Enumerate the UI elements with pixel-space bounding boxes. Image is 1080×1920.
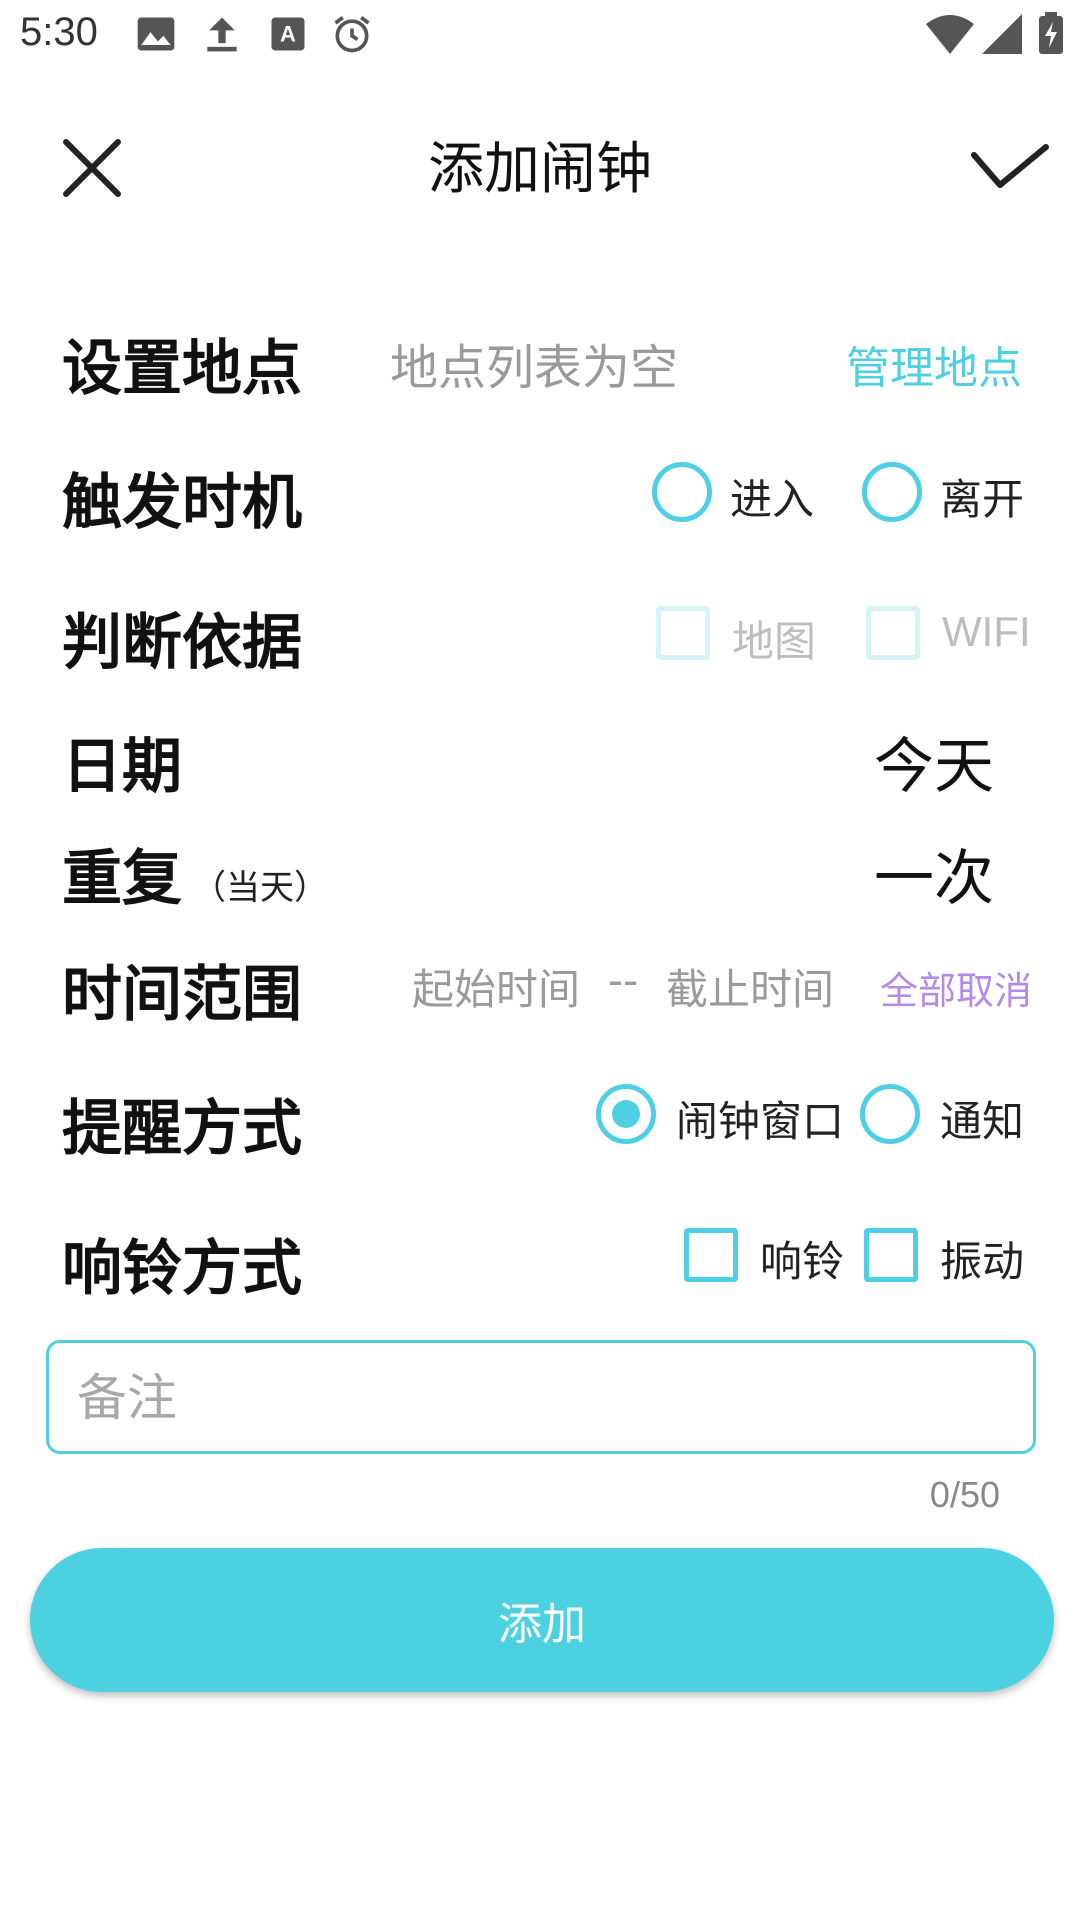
trigger-enter-label[interactable]: 进入 <box>730 466 814 527</box>
time-range-label: 时间范围 <box>62 960 302 1030</box>
start-time-field[interactable]: 起始时间 <box>412 956 580 1017</box>
basis-wifi-checkbox <box>866 606 920 660</box>
repeat-label-text: 重复 <box>62 844 182 914</box>
date-value[interactable]: 今天 <box>874 718 994 805</box>
basis-map-checkbox <box>656 606 710 660</box>
image-icon <box>134 12 178 56</box>
reminder-notification-label[interactable]: 通知 <box>940 1088 1024 1149</box>
date-label: 日期 <box>62 732 182 802</box>
check-icon <box>970 143 1050 197</box>
signal-icon <box>980 12 1024 56</box>
reminder-notification-radio[interactable] <box>860 1084 920 1144</box>
basis-label: 判断依据 <box>62 608 302 678</box>
trigger-leave-radio[interactable] <box>862 462 922 522</box>
confirm-button[interactable] <box>960 120 1060 220</box>
upload-icon <box>200 12 244 56</box>
ring-sound-label[interactable]: 响铃 <box>760 1228 844 1289</box>
trigger-enter-radio[interactable] <box>652 462 712 522</box>
time-range-separator: -- <box>608 956 639 1005</box>
status-time: 5:30 <box>20 10 98 54</box>
location-empty-text: 地点列表为空 <box>390 340 679 396</box>
reminder-alarm-window-label[interactable]: 闹钟窗口 <box>676 1088 844 1149</box>
status-bar: 5:30 A <box>0 0 1080 72</box>
font-icon: A <box>266 12 310 56</box>
basis-map-label: 地图 <box>732 617 817 666</box>
ring-vibrate-checkbox[interactable] <box>864 1228 918 1282</box>
svg-text:A: A <box>280 21 296 46</box>
ring-label: 响铃方式 <box>62 1234 302 1304</box>
trigger-leave-label[interactable]: 离开 <box>940 466 1024 527</box>
add-button[interactable]: 添加 <box>30 1548 1054 1692</box>
trigger-label: 触发时机 <box>62 468 302 538</box>
manage-locations-link[interactable]: 管理地点 <box>846 332 1022 396</box>
remark-field <box>46 1340 1036 1454</box>
reminder-label: 提醒方式 <box>62 1094 302 1164</box>
repeat-value[interactable]: 一次 <box>874 830 994 917</box>
cancel-all-link[interactable]: 全部取消 <box>880 960 1032 1015</box>
reminder-alarm-window-radio[interactable] <box>596 1084 656 1144</box>
basis-wifi-label: WIFI <box>942 608 1031 655</box>
wifi-icon <box>924 12 976 56</box>
alarm-icon <box>330 12 374 56</box>
location-label: 设置地点 <box>62 334 302 404</box>
battery-charging-icon <box>1036 12 1066 56</box>
remark-input[interactable] <box>77 1361 1007 1435</box>
repeat-label: 重复 （当天） <box>62 830 328 917</box>
ring-sound-checkbox[interactable] <box>684 1228 738 1282</box>
toolbar: 添加闹钟 <box>0 100 1080 220</box>
page-title: 添加闹钟 <box>428 137 652 202</box>
repeat-sub-label: （当天） <box>192 868 328 908</box>
ring-vibrate-label[interactable]: 振动 <box>940 1228 1024 1289</box>
end-time-field[interactable]: 截止时间 <box>666 956 834 1017</box>
remark-counter: 0/50 <box>929 1474 1000 1515</box>
